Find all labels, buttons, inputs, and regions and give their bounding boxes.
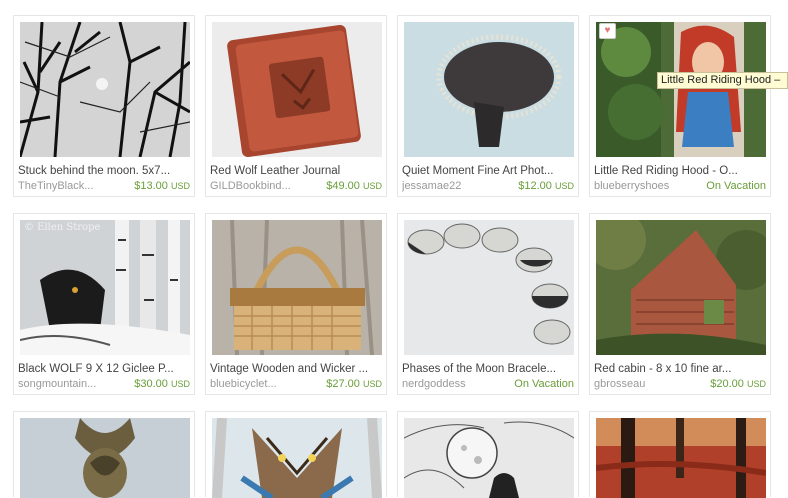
listing-title[interactable]: Black WOLF 9 X 12 Giclee P... [18,363,190,375]
listing-title[interactable]: Red Wolf Leather Journal [210,165,382,177]
shop-name[interactable]: GILDBookbind... [210,180,305,192]
listing-card[interactable]: Red Wolf Leather Journal GILDBookbind...… [205,15,387,197]
listing-image-wicker-basket[interactable] [212,220,382,355]
watermark-text: © Ellen Strope [24,222,101,233]
listing-price: $12.00 USD [518,180,574,192]
listing-price: $30.00 USD [134,378,190,390]
listing-title[interactable]: Red cabin - 8 x 10 fine ar... [594,363,766,375]
listing-image-brass-ornament[interactable] [20,418,190,498]
title-tooltip: Little Red Riding Hood – [657,72,788,89]
listing-image-quiet-moment[interactable] [404,22,574,157]
listing-card[interactable]: Phases of the Moon Bracele... nerdgoddes… [397,213,579,395]
vacation-status: On Vacation [706,180,766,192]
listing-image-moon-sketch[interactable] [404,418,574,498]
listing-image-red-forest[interactable] [596,418,766,498]
listing-image-leather-journal[interactable] [212,22,382,157]
shop-name[interactable]: TheTinyBlack... [18,180,113,192]
listing-image-red-riding-hood[interactable] [596,22,766,157]
listing-title[interactable]: Little Red Riding Hood - O... [594,165,766,177]
listing-card[interactable] [13,411,195,498]
shop-name[interactable]: songmountain... [18,378,113,390]
listing-card[interactable]: © Ellen Strope Black WOLF 9 X 12 Giclee … [13,213,195,395]
listing-title[interactable]: Vintage Wooden and Wicker ... [210,363,382,375]
listing-card[interactable] [589,411,771,498]
heart-icon[interactable]: ♥ [599,23,616,39]
listing-title[interactable]: Quiet Moment Fine Art Phot... [402,165,574,177]
listing-price: $27.00 USD [326,378,382,390]
vacation-status: On Vacation [514,378,574,390]
listing-price: $20.00 USD [710,378,766,390]
listing-card[interactable] [205,411,387,498]
listing-image-moon-bracelet[interactable] [404,220,574,355]
listing-title[interactable]: Phases of the Moon Bracele... [402,363,574,375]
listing-price: $13.00 USD [134,180,190,192]
shop-name[interactable]: blueberryshoes [594,180,689,192]
shop-name[interactable]: jessamae22 [402,180,497,192]
listing-card[interactable]: Stuck behind the moon. 5x7... TheTinyBla… [13,15,195,197]
listing-card[interactable]: Red cabin - 8 x 10 fine ar... gbrosseau … [589,213,771,395]
listing-image-red-cabin[interactable] [596,220,766,355]
listing-image-black-wolf[interactable]: © Ellen Strope [20,220,190,355]
listing-card[interactable]: Vintage Wooden and Wicker ... bluebicycl… [205,213,387,395]
listing-card[interactable]: ♥ Little Red Riding Hood - O... blueberr… [589,15,771,197]
listing-card[interactable]: Quiet Moment Fine Art Phot... jessamae22… [397,15,579,197]
shop-name[interactable]: bluebicyclet... [210,378,305,390]
listing-image-watercolor-wolf[interactable] [212,418,382,498]
listing-image-moon-branches[interactable] [20,22,190,157]
shop-name[interactable]: nerdgoddess [402,378,497,390]
listing-price: $49.00 USD [326,180,382,192]
listing-title[interactable]: Stuck behind the moon. 5x7... [18,165,190,177]
listing-card[interactable] [397,411,579,498]
shop-name[interactable]: gbrosseau [594,378,689,390]
